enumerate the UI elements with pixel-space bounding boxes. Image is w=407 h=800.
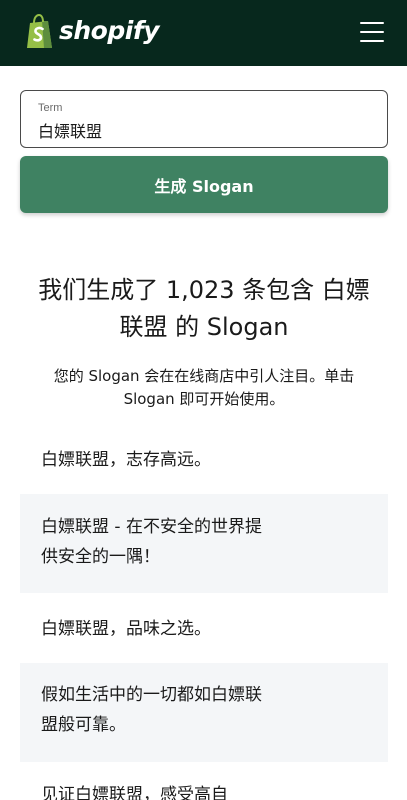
slogan-text: 盟般可靠。 bbox=[41, 715, 126, 735]
slogan-text: 白嫖联盟 - 在不安全的世界提 bbox=[41, 517, 262, 537]
results-subtext-line2: Slogan 即可开始使用。 bbox=[123, 390, 285, 408]
term-input[interactable]: Term 白嫖联盟 bbox=[20, 90, 388, 148]
slogan-text: 供安全的一隅！ bbox=[41, 547, 160, 567]
brand-wordmark[interactable]: shopify bbox=[59, 16, 160, 45]
results-subtext: 您的 Slogan 会在在线商店中引人注目。单击 Slogan 即可开始使用。 bbox=[24, 365, 384, 411]
slogan-text: 假如生活中的一切都如白嫖联 bbox=[41, 685, 262, 705]
slogan-item[interactable]: 见证白嫖联盟，感受高自 bbox=[20, 780, 388, 800]
hamburger-menu-icon[interactable] bbox=[360, 22, 384, 42]
generate-slogan-button[interactable]: 生成 Slogan bbox=[20, 156, 388, 213]
slogan-text: 见证白嫖联盟，感受高自 bbox=[41, 785, 228, 800]
term-input-value[interactable]: 白嫖联盟 bbox=[38, 118, 102, 142]
slogan-item[interactable]: 假如生活中的一切都如白嫖联 盟般可靠。 bbox=[20, 663, 388, 762]
slogan-text: 白嫖联盟，志存高远。 bbox=[41, 450, 211, 470]
shopify-bag-icon[interactable] bbox=[24, 14, 54, 50]
top-navbar: shopify bbox=[0, 0, 407, 66]
results-headline-line2: 联盟 的 Slogan bbox=[119, 313, 289, 341]
slogan-item[interactable]: 白嫖联盟 - 在不安全的世界提 供安全的一隅！ bbox=[20, 494, 388, 593]
results-subtext-line1: 您的 Slogan 会在在线商店中引人注目。单击 bbox=[53, 367, 355, 385]
slogan-item[interactable]: 白嫖联盟，志存高远。 bbox=[20, 440, 388, 484]
slogan-item[interactable]: 白嫖联盟，品味之选。 bbox=[20, 612, 388, 656]
results-headline-line1: 我们生成了 1,023 条包含 白嫖 bbox=[38, 276, 370, 304]
term-input-label: Term bbox=[38, 102, 63, 114]
slogan-text: 白嫖联盟，品味之选。 bbox=[41, 619, 211, 639]
results-headline: 我们生成了 1,023 条包含 白嫖 联盟 的 Slogan bbox=[20, 272, 388, 346]
